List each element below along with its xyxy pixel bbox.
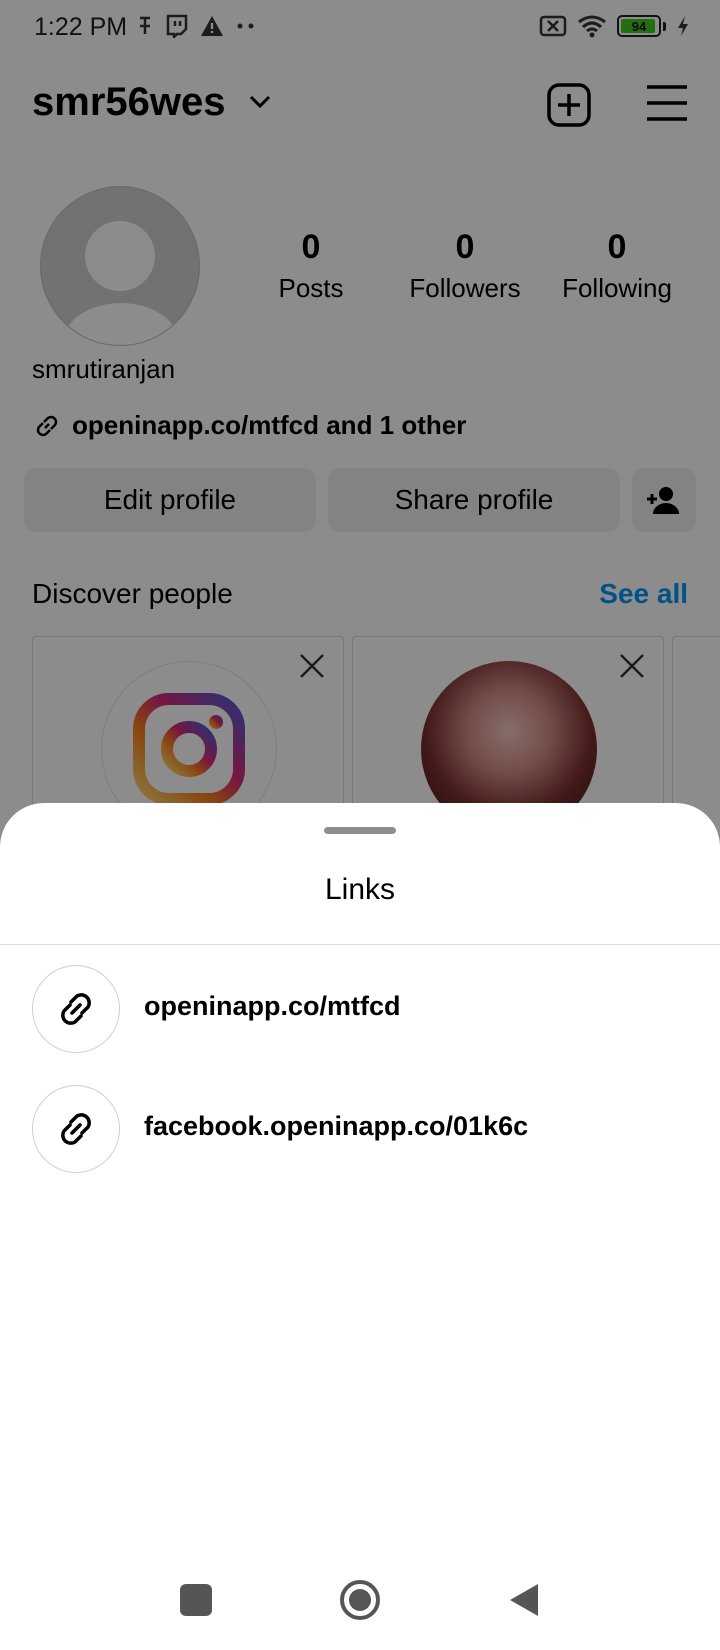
home-button[interactable] — [340, 1580, 380, 1620]
link-item[interactable]: facebook.openinapp.co/01k6c — [0, 1081, 720, 1181]
back-button[interactable] — [508, 1582, 540, 1618]
link-icon — [61, 1113, 91, 1145]
link-icon-container — [32, 965, 120, 1053]
recent-apps-button[interactable] — [180, 1584, 212, 1616]
links-bottom-sheet: Links openinapp.co/mtfcd facebook.openin… — [0, 803, 720, 1650]
divider — [0, 944, 720, 945]
link-icon — [61, 993, 91, 1025]
link-item[interactable]: openinapp.co/mtfcd — [0, 961, 720, 1061]
link-url: openinapp.co/mtfcd — [144, 991, 401, 1021]
drag-handle[interactable] — [324, 827, 396, 834]
home-button-dot — [349, 1589, 371, 1611]
link-url: facebook.openinapp.co/01k6c — [144, 1111, 529, 1141]
system-nav-bar — [0, 1550, 720, 1650]
sheet-title: Links — [324, 873, 396, 906]
link-icon-container — [32, 1085, 120, 1173]
